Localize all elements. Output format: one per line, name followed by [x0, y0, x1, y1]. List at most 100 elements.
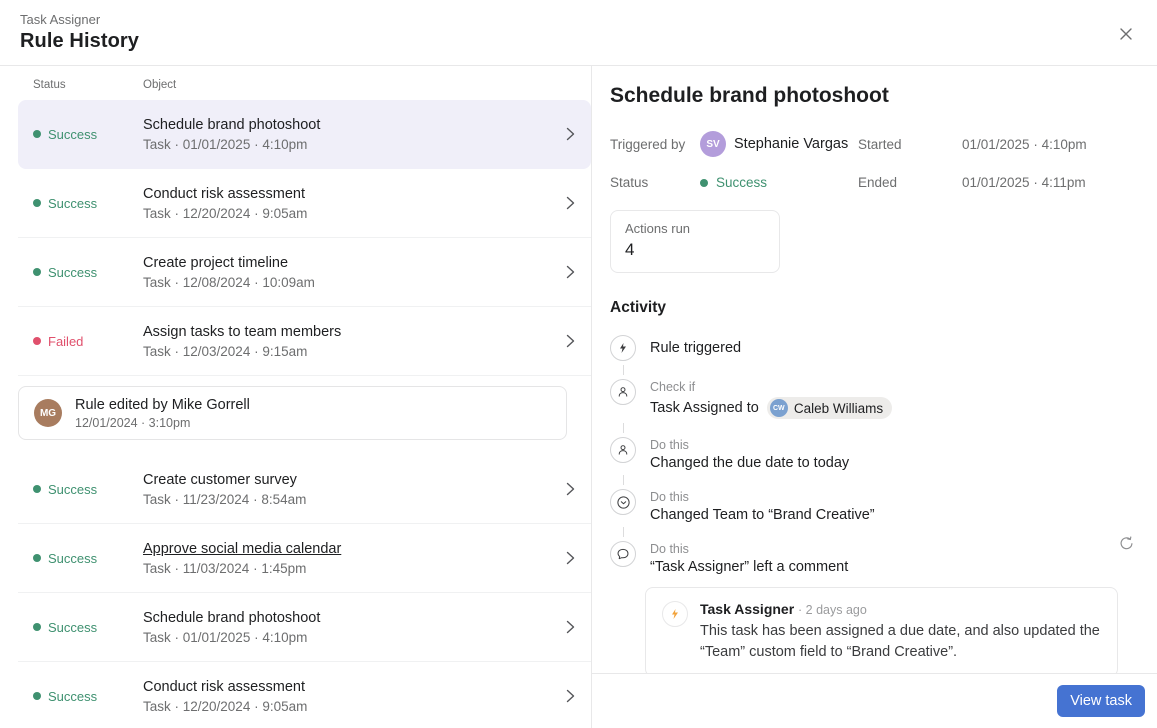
run-row[interactable]: Success Schedule brand photoshootTask · … — [18, 593, 591, 662]
run-title: Assign tasks to team members — [143, 324, 591, 340]
avatar: MG — [34, 399, 62, 427]
chevron-right-icon — [566, 196, 575, 210]
chevron-right-icon — [566, 551, 575, 565]
run-row[interactable]: Success Conduct risk assessment Task · 12… — [18, 662, 591, 728]
run-row[interactable]: Success Conduct risk assessmentTask · 12… — [18, 169, 591, 238]
actions-run-value: 4 — [625, 240, 765, 260]
actions-run-label: Actions run — [625, 221, 765, 236]
rule-edited-card: MG Rule edited by Mike Gorrell 12/01/202… — [18, 386, 567, 440]
detail-footer: View task — [592, 673, 1157, 728]
run-subtitle: Task · 12/20/2024 · 9:05am — [143, 699, 591, 714]
chevron-circle-icon — [610, 489, 636, 515]
chevron-right-icon — [566, 265, 575, 279]
activity-label: Check if — [650, 380, 892, 394]
status-badge: Failed — [33, 334, 143, 349]
rule-edited-text: Rule edited by Mike Gorrell — [75, 397, 250, 413]
activity-timeline: Rule triggered Check if Task Assigned to… — [610, 335, 1139, 677]
timeline-connector — [623, 527, 624, 537]
status-label: Success — [48, 689, 97, 704]
status-badge: Success — [33, 265, 143, 280]
run-subtitle: Task · 11/23/2024 · 8:54am — [143, 492, 591, 507]
run-title: Create customer survey — [143, 472, 591, 488]
rule-edited-timestamp: 12/01/2024 · 3:10pm — [75, 416, 250, 430]
chevron-right-icon — [566, 127, 575, 141]
activity-item-comment: Do this “Task Assigner” left a comment — [610, 541, 1139, 575]
status-dot — [33, 554, 41, 562]
run-title: Schedule brand photoshoot — [143, 117, 591, 133]
status-label: Success — [48, 620, 97, 635]
status-label: Success — [48, 196, 97, 211]
main-content: Status Object Success Schedule brand pho… — [0, 66, 1157, 728]
activity-label: Do this — [650, 490, 875, 504]
status-badge: Success — [33, 196, 143, 211]
view-task-button[interactable]: View task — [1057, 685, 1145, 717]
status-dot — [33, 199, 41, 207]
person-icon — [610, 379, 636, 405]
run-row-selected[interactable]: Success Schedule brand photoshoot Task · … — [18, 100, 591, 169]
ended-value: 01/01/2025 · 4:11pm — [962, 175, 1139, 190]
status-dot — [700, 179, 708, 187]
status-dot — [33, 130, 41, 138]
status-badge: Success — [33, 620, 143, 635]
status-dot — [33, 268, 41, 276]
person-icon — [610, 437, 636, 463]
triggered-by-name: Stephanie Vargas — [734, 136, 848, 152]
rule-history-dialog: Task Assigner Rule History Status Object… — [0, 0, 1157, 728]
retry-button[interactable] — [1118, 535, 1135, 555]
status-dot — [33, 485, 41, 493]
chevron-right-icon — [566, 689, 575, 703]
run-row-failed[interactable]: Failed Assign tasks to team membersTask … — [18, 307, 591, 376]
close-icon — [1119, 27, 1133, 41]
run-subtitle: Task · 11/03/2024 · 1:45pm — [143, 561, 591, 576]
started-value: 01/01/2025 · 4:10pm — [962, 137, 1139, 152]
activity-text: Changed Team to “Brand Creative” — [650, 507, 875, 523]
chevron-right-icon — [566, 482, 575, 496]
column-header-status: Status — [33, 79, 143, 91]
assignee-chip[interactable]: CW Caleb Williams — [767, 397, 892, 419]
rule-run-list: Status Object Success Schedule brand pho… — [0, 66, 592, 728]
status-badge: Success — [33, 551, 143, 566]
activity-item-rule-triggered: Rule triggered — [610, 335, 1139, 361]
run-row[interactable]: Success Approve social media calendar Tas… — [18, 524, 591, 593]
retry-icon — [1118, 535, 1135, 552]
status-label: Success — [48, 127, 97, 142]
triggered-by-value: SV Stephanie Vargas — [700, 131, 858, 157]
timeline-connector — [623, 423, 624, 433]
started-label: Started — [858, 137, 962, 152]
status-dot — [33, 692, 41, 700]
comment-timestamp: · 2 days ago — [798, 603, 867, 617]
run-title: Create project timeline — [143, 255, 591, 271]
status-label: Success — [48, 265, 97, 280]
run-title: Conduct risk assessment — [143, 679, 591, 695]
lightning-icon — [610, 335, 636, 361]
run-subtitle: Task · 01/01/2025 · 4:10pm — [143, 137, 591, 152]
run-meta: Triggered by SV Stephanie Vargas Started… — [610, 131, 1139, 190]
column-header-object: Object — [143, 79, 176, 91]
activity-text: Rule triggered — [650, 336, 741, 356]
triggered-by-label: Triggered by — [610, 137, 700, 152]
run-row[interactable]: Success Create project timelineTask · 12… — [18, 238, 591, 307]
activity-text: Task Assigned to — [650, 400, 759, 416]
comment-author: Task Assigner — [700, 601, 794, 617]
status-badge: Success — [33, 482, 143, 497]
close-button[interactable] — [1115, 23, 1137, 45]
page-title: Rule History — [20, 28, 1137, 54]
actions-run-card: Actions run 4 — [610, 210, 780, 273]
app-label: Task Assigner — [20, 11, 1137, 28]
status-dot — [33, 623, 41, 631]
timeline-connector — [623, 475, 624, 485]
avatar: CW — [770, 399, 788, 417]
comment-text: This task has been assigned a due date, … — [700, 621, 1101, 663]
lightning-icon — [662, 601, 688, 627]
run-row[interactable]: Success Create customer survey Task · 11/… — [18, 455, 591, 524]
run-title: Conduct risk assessment — [143, 186, 591, 202]
run-title-link[interactable]: Approve social media calendar — [143, 541, 591, 557]
chevron-right-icon — [566, 620, 575, 634]
activity-item-team-change: Do this Changed Team to “Brand Creative” — [610, 489, 1139, 523]
activity-label: Do this — [650, 542, 848, 556]
activity-item-check-if: Check if Task Assigned to CW Caleb Willi… — [610, 379, 1139, 419]
dialog-header: Task Assigner Rule History — [0, 0, 1157, 66]
status-label: Success — [48, 482, 97, 497]
avatar: SV — [700, 131, 726, 157]
list-column-headers: Status Object — [0, 66, 591, 100]
